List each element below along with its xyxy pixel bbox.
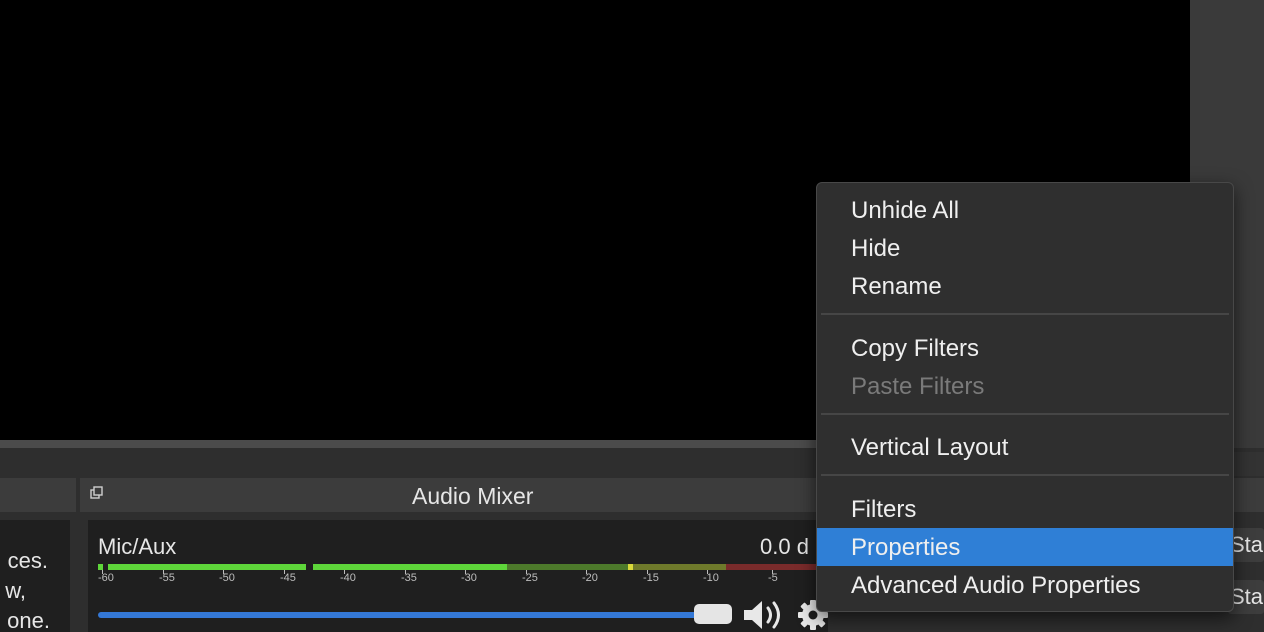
menu-separator [821, 413, 1229, 415]
menu-item-label: Advanced Audio Properties [851, 572, 1141, 599]
menu-separator [821, 313, 1229, 315]
menu-item-hide[interactable]: Hide [817, 229, 1233, 267]
context-menu: Unhide All Hide Rename Copy Filters Past… [816, 182, 1234, 612]
tick-label: -60 [98, 570, 114, 584]
left-dock-text-1: ces. [7, 548, 48, 573]
meter-green-lit-2 [313, 564, 507, 570]
dock-title: Audio Mixer [412, 483, 534, 509]
meter-scale: -60 -55 -50 -45 -40 -35 -30 -25 -20 -15 … [98, 570, 818, 594]
undock-icon[interactable] [90, 486, 104, 500]
tick-label: -5 [768, 570, 778, 584]
menu-item-label: Hide [851, 235, 901, 262]
menu-item-rename[interactable]: Rename [817, 267, 1233, 305]
meter-green-lit-1 [108, 564, 306, 570]
tick-label: -40 [340, 570, 356, 584]
channel-db-value: 0.0 d [760, 534, 809, 559]
start-button-1-label: Sta [1230, 532, 1264, 557]
tick-label: -35 [401, 570, 417, 584]
menu-item-label: Filters [851, 496, 917, 523]
tick-label: -25 [522, 570, 538, 584]
left-dock-text-2: w, [5, 578, 26, 603]
menu-item-label: Vertical Layout [851, 434, 1009, 461]
tick-label: -10 [703, 570, 719, 584]
menu-item-unhide-all[interactable]: Unhide All [817, 191, 1233, 229]
menu-item-label: Paste Filters [851, 373, 985, 400]
tick-label: -50 [219, 570, 235, 584]
tick-label: -30 [461, 570, 477, 584]
menu-item-vertical-layout[interactable]: Vertical Layout [817, 428, 1233, 466]
menu-item-paste-filters: Paste Filters [817, 367, 1233, 405]
tick-label: -15 [643, 570, 659, 584]
tick-label: -20 [582, 570, 598, 584]
channel-name: Mic/Aux [98, 534, 177, 559]
menu-item-label: Rename [851, 273, 942, 300]
menu-item-label: Unhide All [851, 197, 960, 224]
left-dock-text-3: one. [7, 608, 50, 632]
menu-item-copy-filters[interactable]: Copy Filters [817, 329, 1233, 367]
meter-yellow-lit [628, 564, 633, 570]
menu-item-label: Copy Filters [851, 335, 980, 362]
menu-separator [821, 474, 1229, 476]
left-dock-header [0, 478, 76, 512]
tick-label: -55 [159, 570, 175, 584]
start-button-2-label: Sta [1230, 584, 1264, 609]
volume-slider-track[interactable] [98, 612, 710, 618]
left-dock-content: ces. w, one. [0, 520, 70, 632]
volume-meter [98, 564, 818, 570]
speaker-icon[interactable] [742, 598, 786, 632]
menu-item-filters[interactable]: Filters [817, 490, 1233, 528]
menu-item-advanced-audio-properties[interactable]: Advanced Audio Properties [817, 566, 1233, 604]
volume-slider-handle[interactable] [694, 604, 732, 624]
tick-label: -45 [280, 570, 296, 584]
right-dock-header [1230, 452, 1264, 476]
menu-item-properties[interactable]: Properties [817, 528, 1233, 566]
menu-item-label: Properties [851, 534, 961, 561]
